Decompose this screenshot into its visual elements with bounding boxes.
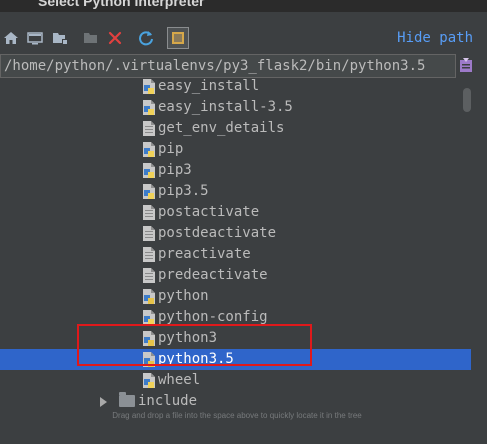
tree-item-label: pip3 <box>158 162 192 178</box>
refresh-button[interactable] <box>137 29 155 47</box>
tree-item-pip[interactable]: pip <box>0 139 471 160</box>
tree-item-label: easy_install-3.5 <box>158 99 293 115</box>
python-script-icon <box>143 310 155 325</box>
tree-item-label: python3.5 <box>158 351 234 367</box>
home-button[interactable] <box>2 29 20 47</box>
file-icon <box>143 205 155 220</box>
tree-item-get-env-details[interactable]: get_env_details <box>0 118 471 139</box>
tree-item-wheel[interactable]: wheel <box>0 370 471 391</box>
scrollbar-thumb[interactable] <box>463 88 471 112</box>
tree-item-label: get_env_details <box>158 120 285 136</box>
tree-item-label: preactivate <box>158 246 251 262</box>
python-script-icon <box>143 184 155 199</box>
python-script-icon <box>143 100 155 115</box>
tree-item-python3-5[interactable]: python3.5 <box>0 349 471 370</box>
tree-item-python-config[interactable]: python-config <box>0 307 471 328</box>
tree-item-easy-install-3-5[interactable]: easy_install-3.5 <box>0 97 471 118</box>
dialog-title: Select Python Interpreter <box>38 0 205 9</box>
hide-path-link[interactable]: Hide path <box>397 30 473 46</box>
desktop-button[interactable] <box>26 29 44 47</box>
project-folder-button[interactable] <box>51 29 69 47</box>
home-icon <box>4 32 18 44</box>
scrollbar-track[interactable] <box>460 78 474 408</box>
delete-button[interactable] <box>106 29 124 47</box>
tree-item-pip3[interactable]: pip3 <box>0 160 471 181</box>
python-executable-icon <box>143 331 155 346</box>
folder-icon <box>119 392 135 407</box>
file-icon <box>143 121 155 136</box>
file-icon <box>143 268 155 283</box>
tree-item-pip3-5[interactable]: pip3.5 <box>0 181 471 202</box>
python-executable-icon <box>143 352 155 367</box>
desktop-icon <box>27 32 43 45</box>
tree-item-label: python3 <box>158 330 218 346</box>
tree-item-postdeactivate[interactable]: postdeactivate <box>0 223 471 244</box>
file-icon <box>143 226 155 241</box>
file-icon <box>143 247 155 262</box>
python-script-icon <box>143 142 155 157</box>
show-hidden-files-toggle[interactable] <box>167 27 189 49</box>
tree-item-label: postdeactivate <box>158 225 277 241</box>
project-folder-icon <box>53 33 67 44</box>
refresh-icon <box>139 31 153 46</box>
tree-folder-include[interactable]: include <box>0 391 471 412</box>
new-folder-button[interactable] <box>82 29 100 47</box>
python-script-icon <box>143 79 155 94</box>
file-tree[interactable]: easy_install easy_install-3.5 get_env_deta… <box>0 78 474 444</box>
path-field-container <box>0 54 456 78</box>
python-script-icon <box>143 163 155 178</box>
new-folder-icon <box>84 33 97 43</box>
tree-item-python[interactable]: python <box>0 286 471 307</box>
tree-item-predeactivate[interactable]: predeactivate <box>0 265 471 286</box>
tree-folder-label: include <box>138 393 198 409</box>
tree-item-preactivate[interactable]: preactivate <box>0 244 471 265</box>
tree-item-label: pip3.5 <box>158 183 209 199</box>
path-input[interactable] <box>4 56 450 76</box>
dialog-title-bar: Select Python Interpreter <box>0 0 487 12</box>
tree-item-postactivate[interactable]: postactivate <box>0 202 471 223</box>
tree-item-label: python <box>158 288 209 304</box>
tree-item-label: predeactivate <box>158 267 268 283</box>
path-history-button[interactable] <box>458 56 474 74</box>
python-script-icon <box>143 373 155 388</box>
tree-item-label: postactivate <box>158 204 260 220</box>
tree-item-python3[interactable]: python3 <box>0 328 471 349</box>
history-icon <box>460 58 472 72</box>
expand-arrow-icon[interactable] <box>100 397 107 407</box>
tree-item-label: python-config <box>158 309 268 325</box>
show-hidden-icon <box>172 32 184 44</box>
tree-item-label: easy_install <box>158 78 260 94</box>
tree-item-label: pip <box>158 141 184 157</box>
tree-item-label: wheel <box>158 372 201 388</box>
tree-item-easy-install[interactable]: easy_install <box>0 78 471 97</box>
delete-icon <box>108 31 122 45</box>
python-executable-icon <box>143 289 155 304</box>
drag-drop-hint: Drag and drop a file into the space abov… <box>112 411 362 420</box>
toolbar: Hide path <box>0 26 487 52</box>
